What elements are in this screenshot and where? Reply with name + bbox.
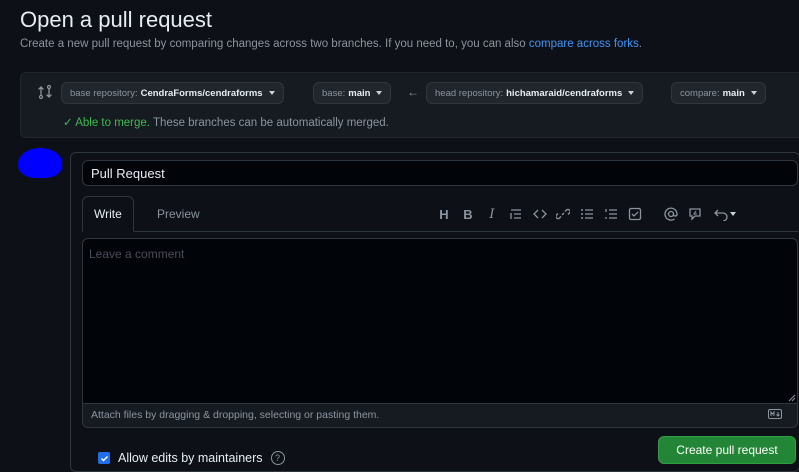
- comment-textarea[interactable]: [82, 238, 798, 404]
- compare-value: main: [722, 87, 745, 99]
- base-repository-select[interactable]: base repository: CendraForms/cendraforms: [61, 82, 284, 104]
- ordered-list-icon[interactable]: [600, 203, 622, 225]
- link-icon[interactable]: [552, 203, 574, 225]
- base-value: main: [348, 87, 371, 99]
- mention-icon[interactable]: [660, 203, 682, 225]
- page-title: Open a pull request: [20, 7, 213, 32]
- allow-edits-checkbox[interactable]: [98, 452, 110, 464]
- allow-edits-label: Allow edits by maintainers: [118, 451, 263, 465]
- compare-branch-select[interactable]: compare: main: [671, 82, 766, 104]
- merge-ok-text: Able to merge.: [75, 117, 150, 129]
- subtitle-text: Create a new pull request by comparing c…: [20, 38, 526, 50]
- chevron-down-icon[interactable]: [728, 203, 738, 225]
- compare-label: compare:: [680, 87, 720, 99]
- bold-icon[interactable]: B: [457, 203, 479, 225]
- base-label: base:: [322, 87, 346, 99]
- compare-forks-link[interactable]: compare across forks: [529, 38, 639, 50]
- resize-handle-icon[interactable]: [788, 394, 796, 402]
- chevron-down-icon: [628, 91, 635, 95]
- reference-icon[interactable]: [684, 203, 706, 225]
- attach-files-text: Attach files by dragging & dropping, sel…: [91, 409, 380, 421]
- checkmark-icon: [100, 455, 108, 462]
- base-repo-label: base repository:: [70, 87, 138, 99]
- head-repo-label: head repository:: [435, 87, 504, 99]
- task-list-icon[interactable]: [624, 203, 646, 225]
- chevron-down-icon: [376, 91, 383, 95]
- arrow-left-icon: ←: [407, 85, 419, 99]
- page-subtitle: Create a new pull request by comparing c…: [20, 38, 642, 50]
- base-branch-select[interactable]: base: main: [313, 82, 392, 104]
- italic-icon[interactable]: I: [481, 203, 503, 225]
- avatar: [18, 148, 62, 178]
- allow-edits-row: Allow edits by maintainers ?: [98, 451, 285, 465]
- base-repo-value: CendraForms/cendraforms: [140, 87, 263, 99]
- attach-files-bar[interactable]: Attach files by dragging & dropping, sel…: [82, 404, 798, 428]
- create-pull-request-button[interactable]: Create pull request: [658, 436, 796, 464]
- head-repository-select[interactable]: head repository: hichamaraid/cendraforms: [426, 82, 644, 104]
- pr-title-input[interactable]: [82, 160, 798, 186]
- quote-icon[interactable]: [505, 203, 527, 225]
- subtitle-end: .: [638, 38, 642, 50]
- git-compare-icon: [38, 84, 52, 100]
- markdown-icon: [768, 409, 782, 419]
- check-icon: ✓: [63, 117, 73, 129]
- compare-box: base repository: CendraForms/cendraforms…: [20, 72, 799, 138]
- merge-detail-text: These branches can be automatically merg…: [153, 117, 389, 129]
- chevron-down-icon: [750, 91, 757, 95]
- heading-icon[interactable]: H: [433, 203, 455, 225]
- head-repo-value: hichamaraid/cendraforms: [506, 87, 623, 99]
- code-icon[interactable]: [529, 203, 551, 225]
- unordered-list-icon[interactable]: [576, 203, 598, 225]
- chevron-down-icon: [268, 91, 275, 95]
- markdown-toolbar: H B I: [0, 203, 799, 225]
- help-icon[interactable]: ?: [270, 451, 285, 465]
- merge-status: ✓ Able to merge. These branches can be a…: [63, 115, 389, 129]
